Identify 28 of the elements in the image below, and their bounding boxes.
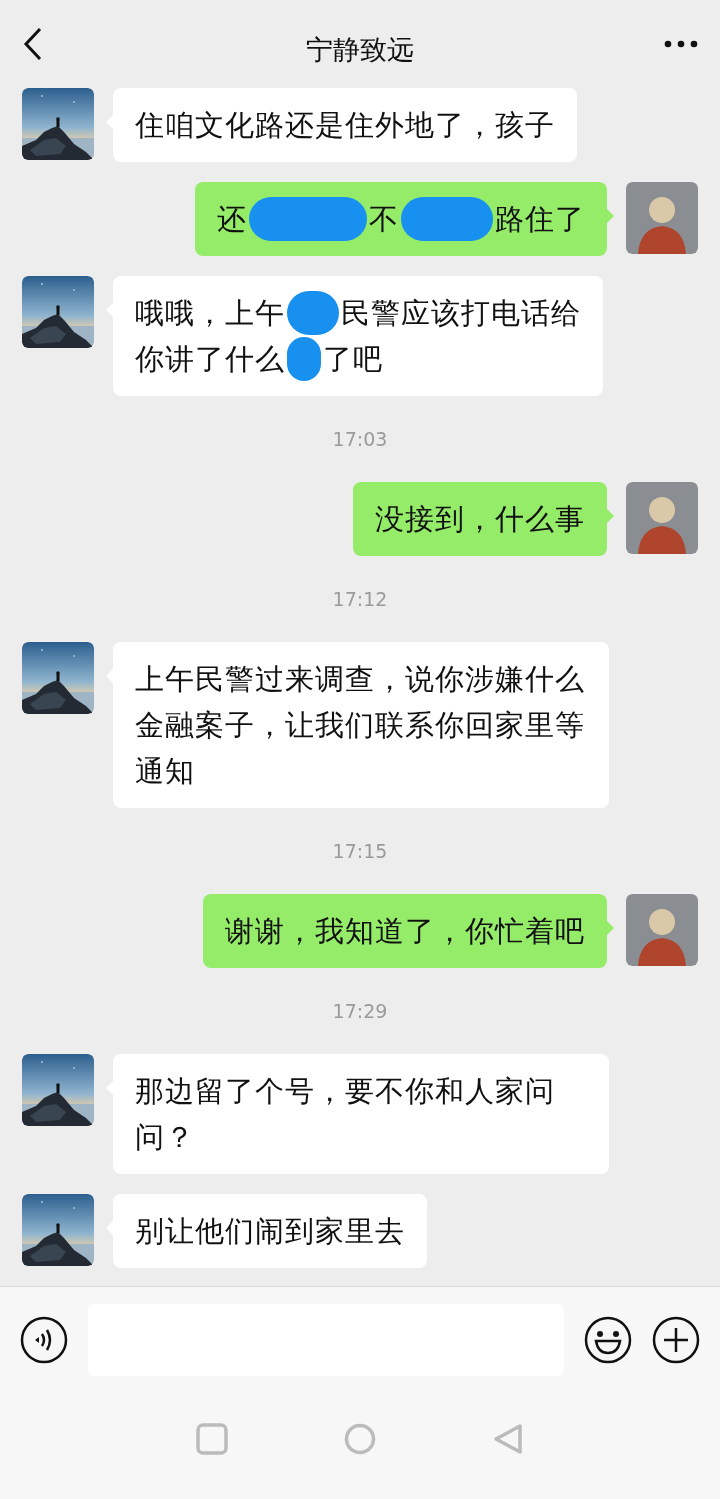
message-bubble: 住咱文化路还是住外地了，孩子 — [113, 88, 577, 162]
message-text: 你讲了什么 — [135, 341, 285, 378]
message-text: 不 — [369, 201, 399, 238]
scribble-mark — [287, 337, 321, 381]
message-bubble: 别让他们闹到家里去 — [113, 1194, 427, 1268]
message-bubble: 没接到，什么事 — [353, 482, 607, 556]
scribble-mark — [287, 291, 339, 335]
message-bubble: 谢谢，我知道了，你忙着吧 — [203, 894, 607, 968]
avatar-icon — [626, 482, 698, 554]
message-text: 了吧 — [323, 341, 383, 378]
message-text: 路住了 — [495, 201, 585, 238]
voice-icon[interactable] — [20, 1315, 68, 1364]
timestamp: 17:29 — [332, 1000, 388, 1022]
avatar-icon — [626, 894, 698, 966]
timestamp: 17:03 — [332, 428, 388, 450]
timestamp: 17:15 — [332, 840, 388, 862]
timestamp: 17:12 — [332, 588, 388, 610]
avatar-icon — [626, 182, 698, 254]
message-bubble: 上午民警过来调查，说你涉嫌什么金融案子，让我们联系你回家里等通知 — [113, 642, 609, 808]
message-text: 还 — [217, 201, 247, 238]
plus-icon[interactable] — [652, 1315, 700, 1364]
back-icon[interactable] — [22, 27, 44, 61]
more-icon[interactable] — [664, 40, 698, 48]
emoji-icon[interactable] — [584, 1315, 632, 1364]
message-text: 哦哦，上午 — [135, 295, 285, 332]
chat-title: 宁静致远 — [306, 33, 414, 67]
message-text: 民警应该打电话给 — [341, 295, 581, 332]
message-bubble: 那边留了个号，要不你和人家问问？ — [113, 1054, 609, 1174]
